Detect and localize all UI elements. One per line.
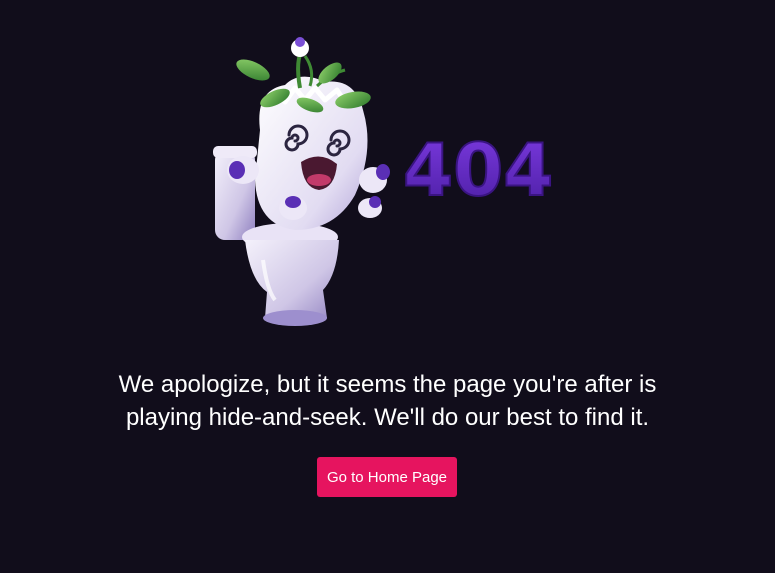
error-code-404: 404 [403,128,553,212]
toilet-bowl [242,223,339,326]
404-illustration: 404 [213,37,554,326]
leaf-sprouts [236,37,371,113]
error-message-line-2: playing hide-and-seek. We'll do our best… [125,404,650,431]
error-message-line-1: We apologize, but it seems the page you'… [118,371,657,398]
go-to-home-page-button[interactable]: Go to Home Page [317,457,457,497]
error-message: We apologize, but it seems the page you'… [0,368,775,434]
not-found-page: 404 We apologize, but it seems the page … [0,0,775,573]
